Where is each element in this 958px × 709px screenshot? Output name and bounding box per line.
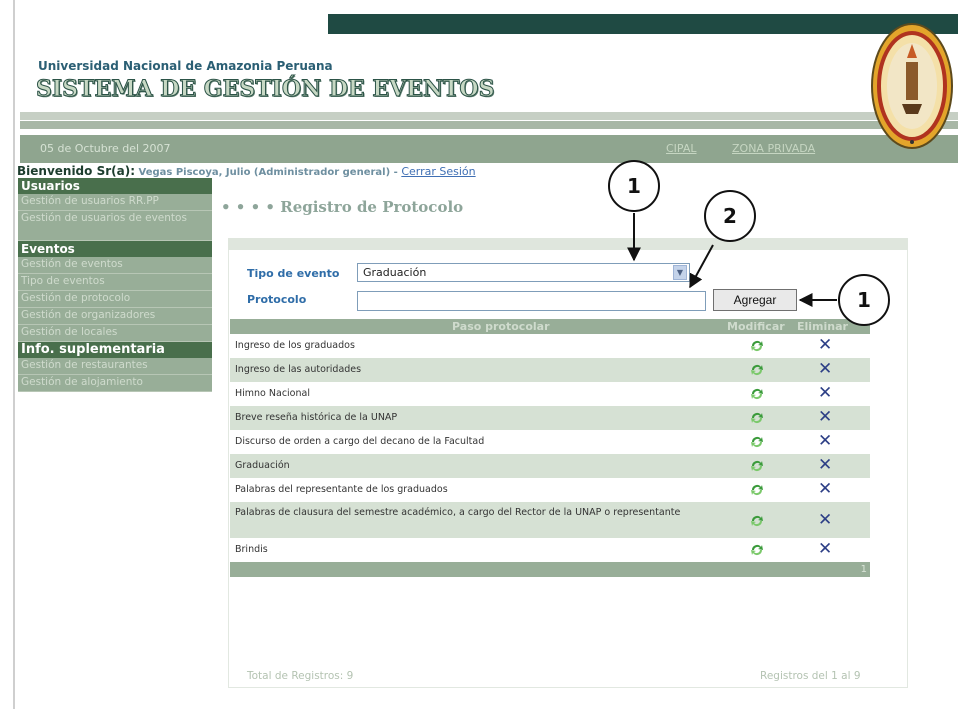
sidebar-item-usuarios-eventos[interactable]: Gestión de usuarios de eventos [18,211,212,241]
col-eliminar: Eliminar [797,320,848,333]
protocol-table: Paso protocolar Modificar Eliminar Ingre… [230,319,870,577]
row-text: Ingreso de los graduados [235,340,355,351]
tipo-evento-value: Graduación [363,266,427,279]
x-delete-icon[interactable]: ✕ [818,385,832,402]
page-title: • • • • Registro de Protocolo [221,198,464,216]
x-delete-icon[interactable]: ✕ [818,541,832,558]
sidebar: Usuarios Gestión de usuarios RR.PP Gesti… [18,178,212,392]
page-root: Universidad Nacional de Amazonia Peruana… [0,0,958,709]
refresh-arrows-icon[interactable] [750,543,764,557]
sidebar-item-usuarios-rrpp[interactable]: Gestión de usuarios RR.PP [18,194,212,211]
sidebar-section-eventos: Eventos [18,241,212,257]
table-row: Breve reseña histórica de la UNAP ✕ [230,406,870,430]
x-delete-icon[interactable]: ✕ [818,337,832,354]
table-row: Brindis ✕ [230,538,870,562]
row-text: Palabras de clausura del semestre académ… [235,507,681,518]
sidebar-item-restaurantes[interactable]: Gestión de restaurantes [18,358,212,375]
protocolo-label: Protocolo [247,293,307,306]
table-header: Paso protocolar Modificar Eliminar [230,319,870,334]
university-name: Universidad Nacional de Amazonia Peruana [38,59,333,73]
system-name: SISTEMA DE GESTIÓN DE EVENTOS [35,76,495,103]
header-band [20,112,958,120]
university-seal-icon [871,23,953,149]
sidebar-section-info: Info. suplementaria [18,342,212,358]
left-rule [13,0,15,709]
welcome-separator: - [393,167,398,178]
table-row: Discurso de orden a cargo del decano de … [230,430,870,454]
tipo-evento-select[interactable]: Graduación ▼ [357,263,690,282]
sidebar-item-tipo-eventos[interactable]: Tipo de eventos [18,274,212,291]
row-text: Graduación [235,460,290,471]
x-delete-icon[interactable]: ✕ [818,457,832,474]
nav-zona-privada-link[interactable]: ZONA PRIVADA [732,142,815,155]
table-row: Graduación ✕ [230,454,870,478]
x-delete-icon[interactable]: ✕ [818,409,832,426]
x-delete-icon[interactable]: ✕ [818,481,832,498]
x-delete-icon[interactable]: ✕ [818,433,832,450]
table-footer-pager[interactable]: 1 [230,562,870,577]
nav-principal-link[interactable]: CIPAL [666,142,697,155]
table-row: Palabras del representante de los gradua… [230,478,870,502]
x-delete-icon[interactable]: ✕ [818,512,832,529]
row-text: Himno Nacional [235,388,310,399]
tipo-evento-label: Tipo de evento [247,267,340,280]
table-row: Palabras de clausura del semestre académ… [230,502,870,538]
callout-1-right: 1 [838,274,890,326]
current-date: 05 de Octubre del 2007 [40,142,171,155]
row-text: Breve reseña histórica de la UNAP [235,412,398,423]
refresh-arrows-icon[interactable] [750,363,764,377]
callout-1-top: 1 [608,160,660,212]
row-text: Discurso de orden a cargo del decano de … [235,436,485,447]
total-records: Total de Registros: 9 [247,670,354,682]
content-panel-top [228,238,908,250]
logout-link[interactable]: Cerrar Sesión [401,165,475,178]
table-row: Ingreso de los graduados ✕ [230,334,870,358]
sidebar-item-eventos[interactable]: Gestión de eventos [18,257,212,274]
refresh-arrows-icon[interactable] [750,339,764,353]
col-paso-protocolar: Paso protocolar [452,320,550,333]
refresh-arrows-icon[interactable] [750,435,764,449]
welcome-user: Vegas Piscoya, Julio (Administrador gene… [138,167,391,178]
protocolo-input[interactable] [357,291,706,311]
welcome-label: Bienvenido Sr(a): [17,164,135,178]
row-text: Ingreso de las autoridades [235,364,362,375]
add-button[interactable]: Agregar [713,289,797,311]
records-range: Registros del 1 al 9 [760,670,861,682]
sidebar-item-protocolo[interactable]: Gestión de protocolo [18,291,212,308]
sidebar-item-alojamiento[interactable]: Gestión de alojamiento [18,375,212,392]
col-modificar: Modificar [727,320,785,333]
header-band-dark [20,121,958,129]
refresh-arrows-icon[interactable] [750,411,764,425]
refresh-arrows-icon[interactable] [750,387,764,401]
sidebar-section-usuarios: Usuarios [18,178,212,194]
table-row: Himno Nacional ✕ [230,382,870,406]
callout-2: 2 [704,190,756,242]
table-row: Ingreso de las autoridades ✕ [230,358,870,382]
refresh-arrows-icon[interactable] [750,483,764,497]
row-text: Brindis [235,544,268,555]
refresh-arrows-icon[interactable] [750,514,764,528]
welcome-line: Bienvenido Sr(a): Vegas Piscoya, Julio (… [17,164,476,178]
row-text: Palabras del representante de los gradua… [235,484,448,495]
sidebar-item-organizadores[interactable]: Gestión de organizadores [18,308,212,325]
refresh-arrows-icon[interactable] [750,459,764,473]
x-delete-icon[interactable]: ✕ [818,361,832,378]
chevron-down-icon[interactable]: ▼ [673,265,687,280]
sidebar-item-locales[interactable]: Gestión de locales [18,325,212,342]
